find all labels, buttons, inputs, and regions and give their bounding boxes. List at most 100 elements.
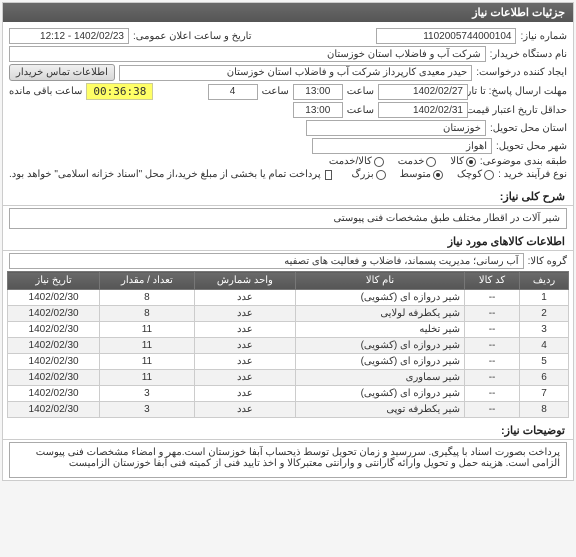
announce-value: 1402/02/23 - 12:12 [9,28,129,44]
radio-kochak[interactable]: کوچک [457,169,494,180]
subject-type-group: کالا خدمت کالا/خدمت [329,156,476,167]
process-group: کوچک متوسط بزرگ [352,169,495,180]
deadline-label: مهلت ارسال پاسخ: تا تاریخ: [472,86,567,97]
cell-qty: 3 [100,402,195,418]
cell-n: 2 [520,306,569,322]
cell-qty: 3 [100,386,195,402]
subject-type-label: طبقه بندی موضوعی: [480,156,567,167]
radio-kala[interactable]: کالا [450,156,476,167]
cell-unit: عدد [194,322,295,338]
table-row[interactable]: 6--شیر سماوریعدد111402/02/30 [8,370,569,386]
table-row[interactable]: 1--شیر دروازه ای (کشویی)عدد81402/02/30 [8,290,569,306]
cell-qty: 8 [100,290,195,306]
items-section-title: اطلاعات کالاهای مورد نیاز [3,231,573,251]
need-no-value: 1102005744000104 [376,28,516,44]
cell-unit: عدد [194,306,295,322]
th-unit: واحد شمارش [194,272,295,290]
th-row: ردیف [520,272,569,290]
table-row[interactable]: 2--شیر یکطرفه لولاییعدد81402/02/30 [8,306,569,322]
cell-date: 1402/02/30 [8,322,100,338]
radio-icon [376,170,386,180]
process-label: نوع فرآیند خرید : [498,169,567,180]
cell-qty: 11 [100,354,195,370]
cell-n: 4 [520,338,569,354]
cell-name: شیر دروازه ای (کشویی) [296,290,465,306]
th-code: کد کالا [465,272,520,290]
cell-qty: 11 [100,322,195,338]
table-row[interactable]: 3--شیر تخلیهعدد111402/02/30 [8,322,569,338]
cell-code: -- [465,338,520,354]
cell-n: 1 [520,290,569,306]
cell-date: 1402/02/30 [8,370,100,386]
cell-date: 1402/02/30 [8,338,100,354]
cell-unit: عدد [194,354,295,370]
group-value: آب رسانی؛ مدیریت پسماند، فاضلاب و فعالیت… [9,253,524,269]
cell-n: 5 [520,354,569,370]
cell-qty: 8 [100,306,195,322]
radio-icon [426,157,436,167]
deadline-date: 1402/02/27 [378,84,468,100]
province-value: خوزستان [306,120,486,136]
notes-text: پرداخت بصورت اسناد با پیگیری. سررسید و ز… [9,442,567,478]
validity-date: 1402/02/31 [378,102,468,118]
cell-qty: 11 [100,338,195,354]
province-label: استان محل تحویل: [490,123,567,134]
cell-n: 3 [520,322,569,338]
radio-motevaset[interactable]: متوسط [400,169,443,180]
time-label-2: ساعت [262,86,289,97]
summary-text: شیر آلات در اقطار مختلف طبق مشخصات فنی پ… [9,208,567,229]
treasury-checkbox[interactable] [325,170,332,180]
remaining-label: ساعت باقی مانده [9,86,82,97]
buyer-label: نام دستگاه خریدار: [490,49,567,60]
deadline-mm: 4 [208,84,258,100]
validity-hh: 13:00 [293,102,343,118]
panel-header: جزئیات اطلاعات نیاز [3,3,573,22]
radio-khedmat[interactable]: خدمت [398,156,437,167]
cell-code: -- [465,322,520,338]
cell-code: -- [465,306,520,322]
validity-label: حداقل تاریخ اعتبار قیمت: تا تاریخ: [472,105,567,116]
radio-icon [466,157,476,167]
cell-name: شیر سماوری [296,370,465,386]
table-row[interactable]: 7--شیر دروازه ای (کشویی)عدد31402/02/30 [8,386,569,402]
cell-date: 1402/02/30 [8,354,100,370]
cell-name: شیر دروازه ای (کشویی) [296,386,465,402]
main-panel: جزئیات اطلاعات نیاز شماره نیاز: 11020057… [2,2,574,481]
cell-date: 1402/02/30 [8,402,100,418]
cell-code: -- [465,402,520,418]
radio-icon [374,157,384,167]
cell-name: شیر دروازه ای (کشویی) [296,354,465,370]
cell-unit: عدد [194,402,295,418]
cell-code: -- [465,290,520,306]
group-label: گروه کالا: [528,256,567,267]
th-qty: تعداد / مقدار [100,272,195,290]
deadline-hh: 13:00 [293,84,343,100]
creator-label: ایجاد کننده درخواست: [476,67,567,78]
notes-title: توضیحات نیاز: [3,420,573,440]
table-row[interactable]: 8--شیر یکطرفه توپیعدد31402/02/30 [8,402,569,418]
cell-date: 1402/02/30 [8,306,100,322]
cell-unit: عدد [194,370,295,386]
radio-icon [484,170,494,180]
table-row[interactable]: 5--شیر دروازه ای (کشویی)عدد111402/02/30 [8,354,569,370]
cell-code: -- [465,386,520,402]
contact-button[interactable]: اطلاعات تماس خریدار [9,64,115,81]
cell-name: شیر یکطرفه توپی [296,402,465,418]
need-no-label: شماره نیاز: [520,31,567,42]
cell-name: شیر یکطرفه لولایی [296,306,465,322]
countdown-timer: 00:36:38 [86,83,153,100]
table-row[interactable]: 4--شیر دروازه ای (کشویی)عدد111402/02/30 [8,338,569,354]
radio-bozorg[interactable]: بزرگ [352,169,386,180]
cell-unit: عدد [194,338,295,354]
cell-n: 6 [520,370,569,386]
time-label-3: ساعت [347,105,374,116]
cell-code: -- [465,370,520,386]
cell-qty: 11 [100,370,195,386]
creator-value: حیدر معیدی کارپرداز شرکت آب و فاضلاب است… [119,65,472,81]
radio-icon [433,170,443,180]
cell-name: شیر تخلیه [296,322,465,338]
form-area: شماره نیاز: 1102005744000104 تاریخ و ساع… [3,22,573,186]
items-table: ردیف کد کالا نام کالا واحد شمارش تعداد /… [7,271,569,418]
radio-kalakhedmat[interactable]: کالا/خدمت [329,156,384,167]
city-value: اهواز [312,138,492,154]
